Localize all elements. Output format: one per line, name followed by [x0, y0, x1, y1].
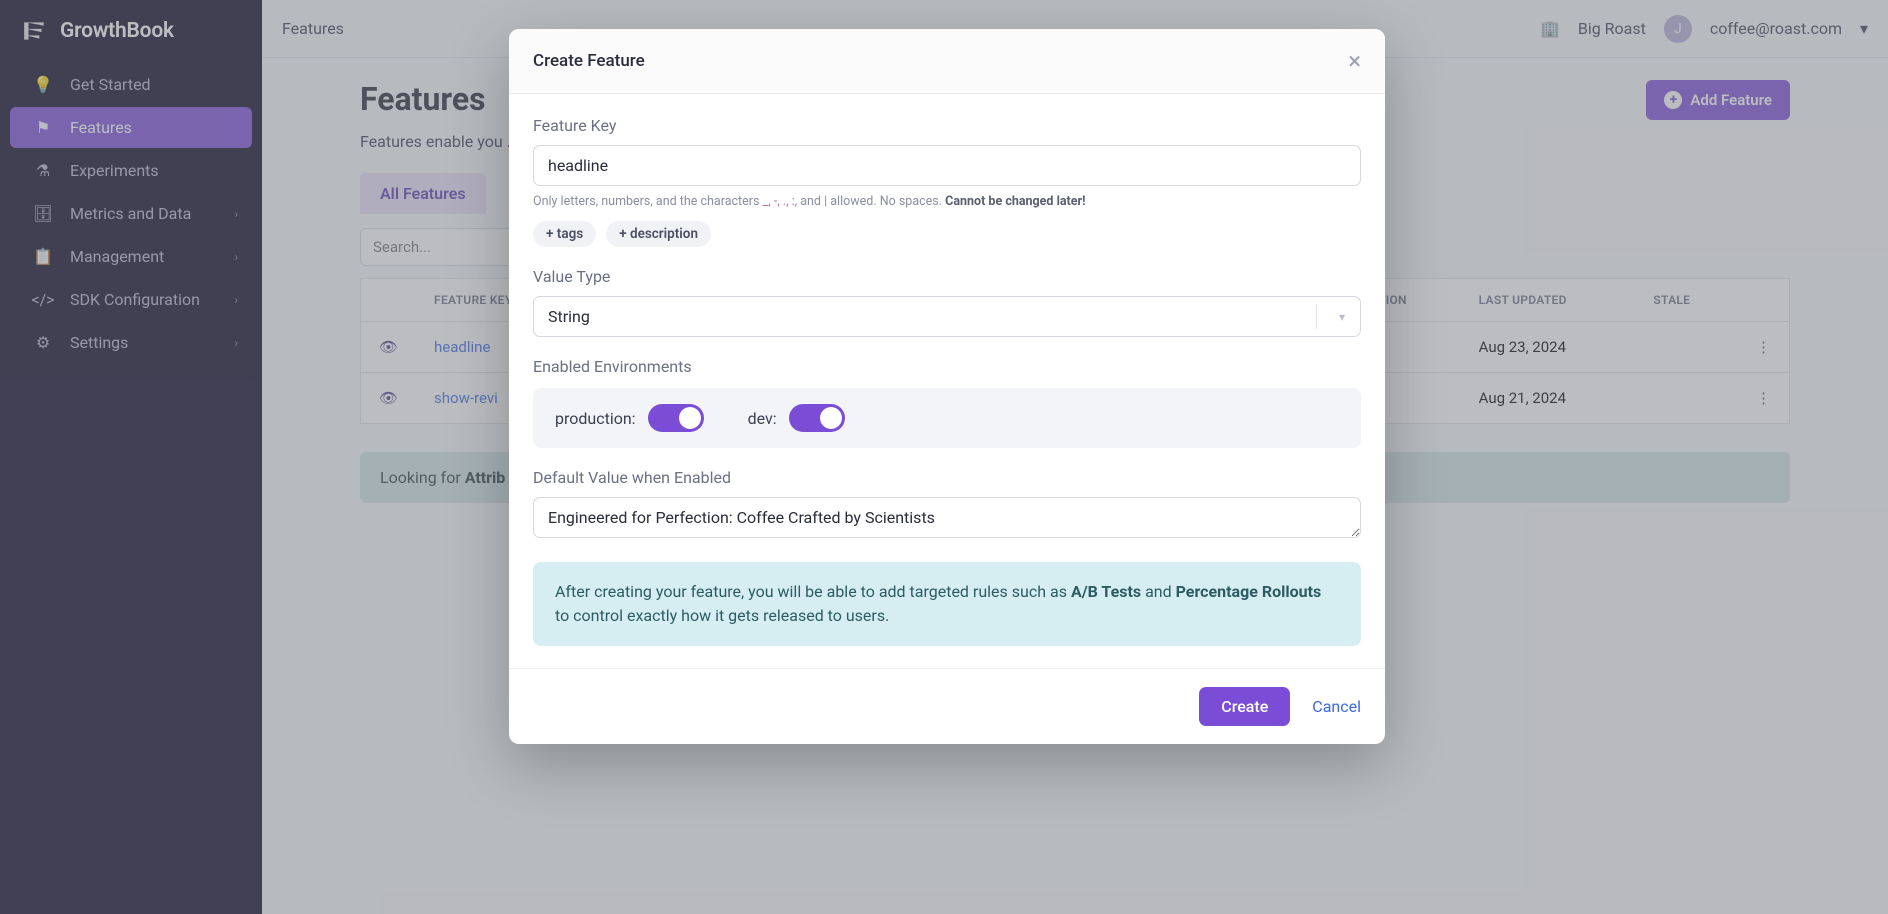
modal-footer: Create Cancel: [509, 668, 1385, 744]
value-type-label: Value Type: [533, 267, 1361, 286]
feature-key-label: Feature Key: [533, 116, 1361, 135]
modal-header: Create Feature ×: [509, 29, 1385, 94]
add-description-button[interactable]: + description: [606, 221, 711, 247]
create-feature-modal: Create Feature × Feature Key Only letter…: [509, 29, 1385, 744]
environments-box: production: dev:: [533, 388, 1361, 448]
default-value-input[interactable]: [533, 497, 1361, 538]
env-label: Enabled Environments: [533, 357, 1361, 376]
add-tags-button[interactable]: + tags: [533, 221, 596, 247]
chevron-down-icon[interactable]: ▾: [1339, 310, 1345, 324]
modal-title: Create Feature: [533, 51, 645, 71]
default-value-label: Default Value when Enabled: [533, 468, 1361, 487]
create-button[interactable]: Create: [1199, 687, 1290, 726]
env-prod-label: production:: [555, 409, 636, 428]
env-dev-toggle[interactable]: [789, 404, 845, 432]
close-icon[interactable]: ×: [1348, 49, 1361, 73]
cancel-button[interactable]: Cancel: [1312, 697, 1361, 716]
info-note: After creating your feature, you will be…: [533, 562, 1361, 646]
value-type-select[interactable]: [533, 296, 1361, 337]
feature-key-help: Only letters, numbers, and the character…: [533, 194, 1361, 209]
feature-key-input[interactable]: [533, 145, 1361, 186]
env-dev-label: dev:: [748, 409, 777, 428]
env-prod-toggle[interactable]: [648, 404, 704, 432]
